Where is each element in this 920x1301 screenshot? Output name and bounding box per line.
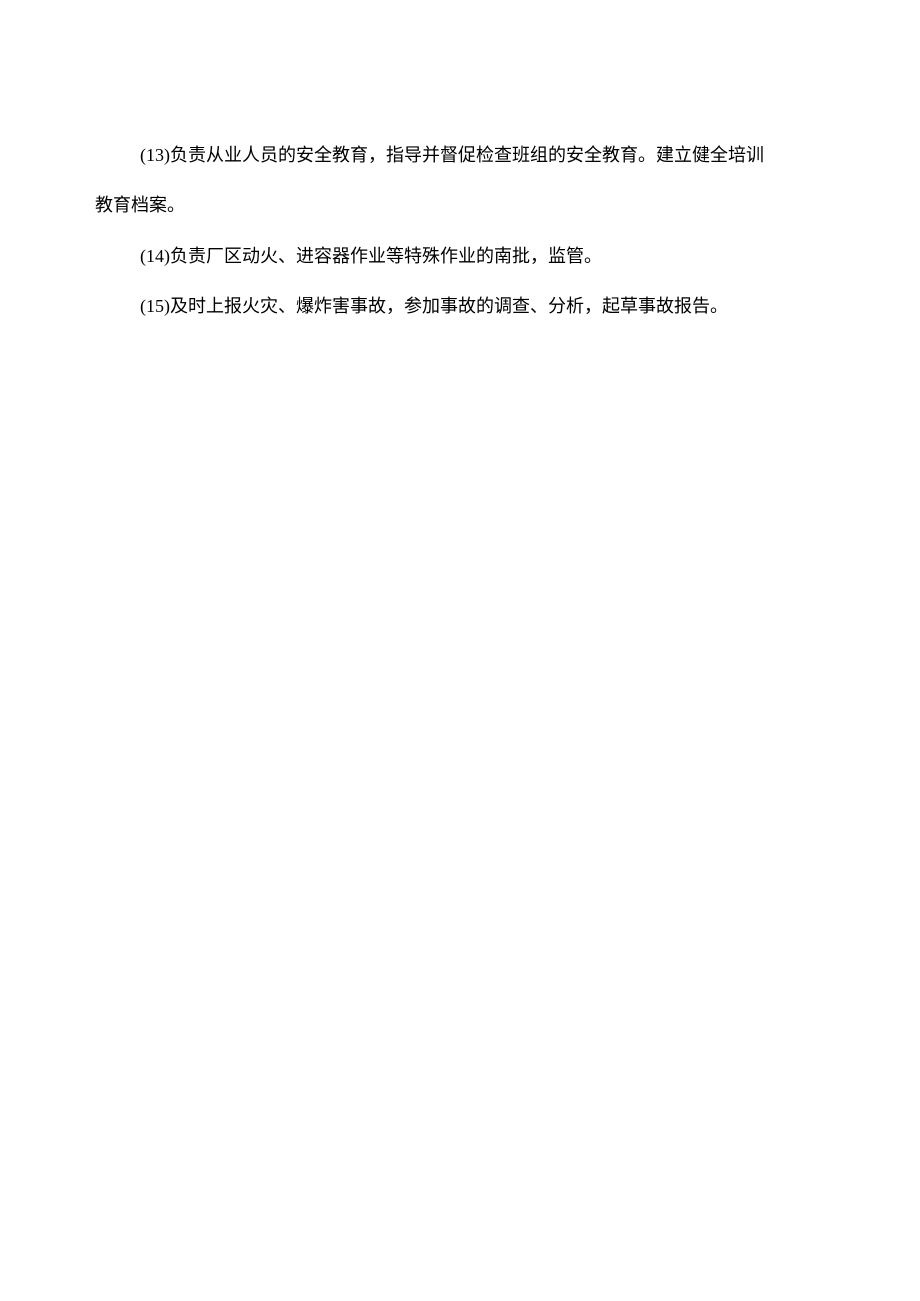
document-body: (13)负责从业人员的安全教育，指导并督促检查班组的安全教育。建立健全培训 教育… [95, 130, 825, 332]
paragraph-13-line-2: 教育档案。 [95, 180, 825, 230]
paragraph-14: (14)负责厂区动火、进容器作业等特殊作业的南批，监管。 [95, 231, 825, 281]
paragraph-15: (15)及时上报火灾、爆炸害事故，参加事故的调查、分析，起草事故报告。 [95, 281, 825, 331]
paragraph-13-line-1: (13)负责从业人员的安全教育，指导并督促检查班组的安全教育。建立健全培训 [95, 130, 825, 180]
